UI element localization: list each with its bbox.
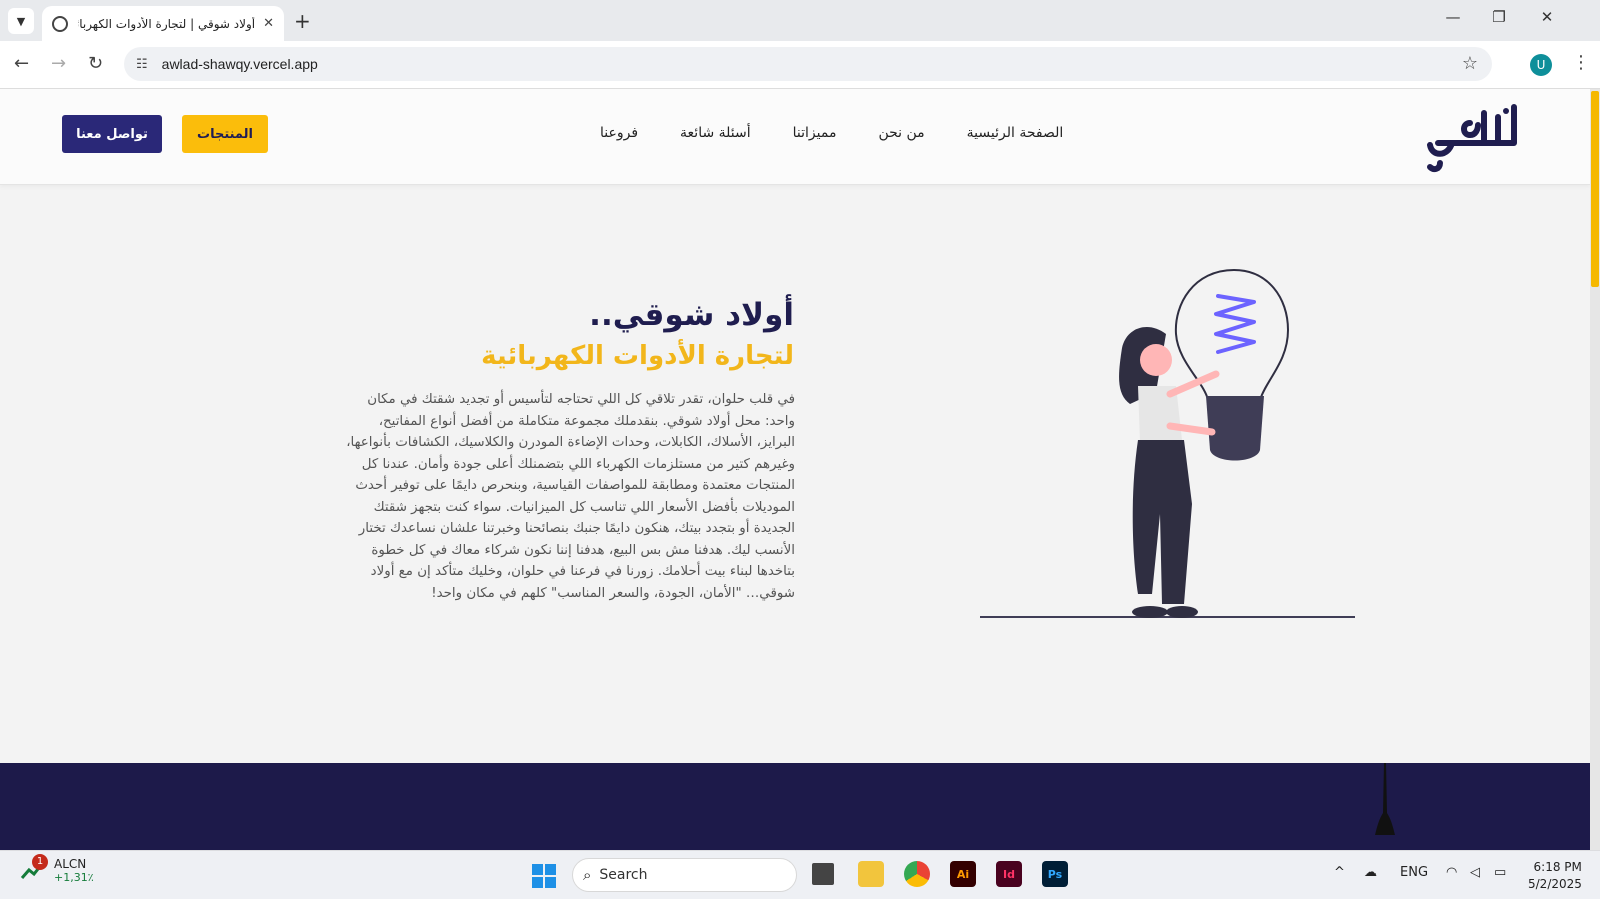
tab-search-button[interactable]: ▼ bbox=[8, 8, 34, 34]
chrome-icon[interactable] bbox=[904, 861, 930, 887]
clock-time: 6:18 PM bbox=[1533, 860, 1582, 874]
system-clock[interactable]: 6:18 PM 5/2/2025 bbox=[1528, 859, 1582, 893]
search-placeholder: Search bbox=[599, 867, 648, 883]
main-nav: الصفحة الرئيسية من نحن مميزاتنا أسئلة شا… bbox=[600, 125, 1063, 141]
tab-title: أولاد شوقي | لتجارة الأدوات الكهربائية bbox=[78, 16, 256, 31]
windows-taskbar: 1 ALCN +1,31٪ ⌕ Search Ai Id Ps ^ ☁ ENG … bbox=[0, 850, 1600, 899]
indesign-icon[interactable]: Id bbox=[996, 861, 1022, 887]
browser-tab-bar: ▼ أولاد شوقي | لتجارة الأدوات الكهربائية… bbox=[0, 0, 1600, 41]
notification-badge: 1 bbox=[32, 853, 48, 870]
cloud-offline-icon[interactable]: ☁ bbox=[1364, 865, 1377, 880]
language-indicator[interactable]: ENG bbox=[1400, 865, 1428, 880]
footer-band bbox=[0, 763, 1590, 850]
battery-icon[interactable]: ▭ bbox=[1494, 865, 1506, 880]
hero-paragraph: في قلب حلوان، تقدر تلاقي كل اللي تحتاجه … bbox=[346, 392, 795, 601]
chevron-up-icon[interactable]: ^ bbox=[1334, 865, 1345, 880]
taskbar-search[interactable]: ⌕ Search bbox=[572, 858, 797, 892]
nav-link-faq[interactable]: أسئلة شائعة bbox=[680, 125, 751, 141]
products-button[interactable]: المنتجات bbox=[182, 115, 268, 153]
web-page: تواصل معنا المنتجات الصفحة الرئيسية من ن… bbox=[0, 89, 1590, 850]
site-info-icon[interactable]: ☷ bbox=[136, 57, 148, 72]
close-tab-icon[interactable]: ✕ bbox=[263, 16, 274, 31]
page-scrollbar[interactable] bbox=[1590, 89, 1600, 850]
nav-link-branches[interactable]: فروعنا bbox=[600, 125, 638, 141]
search-icon: ⌕ bbox=[583, 866, 592, 884]
globe-icon bbox=[52, 15, 68, 32]
browser-tab-active[interactable]: أولاد شوقي | لتجارة الأدوات الكهربائية ✕ bbox=[42, 6, 284, 41]
hero-title: أولاد شوقي.. bbox=[589, 297, 794, 333]
volume-icon[interactable]: ◁ bbox=[1470, 865, 1480, 880]
browser-menu-icon[interactable]: ⋮ bbox=[1572, 52, 1590, 73]
woman-lightbulb-illustration bbox=[980, 268, 1355, 618]
stock-widget[interactable]: 1 ALCN +1,31٪ bbox=[20, 853, 94, 884]
site-header: تواصل معنا المنتجات الصفحة الرئيسية من ن… bbox=[0, 89, 1590, 185]
stock-change: +1,31٪ bbox=[54, 871, 94, 884]
stock-chart-icon: 1 bbox=[20, 853, 48, 884]
stock-name: ALCN bbox=[54, 857, 87, 871]
wifi-icon[interactable]: ◠ bbox=[1446, 865, 1457, 880]
minimize-button[interactable]: — bbox=[1430, 8, 1476, 26]
url-text[interactable]: awlad-shawqy.vercel.app bbox=[162, 56, 318, 72]
illustrator-icon[interactable]: Ai bbox=[950, 861, 976, 887]
scrollbar-thumb[interactable] bbox=[1591, 91, 1599, 287]
site-logo[interactable] bbox=[1418, 101, 1528, 177]
contact-us-button[interactable]: تواصل معنا bbox=[62, 115, 162, 153]
photoshop-icon[interactable]: Ps bbox=[1042, 861, 1068, 887]
bookmark-star-icon[interactable]: ☆ bbox=[1462, 53, 1478, 74]
hanging-lamp-icon bbox=[1375, 763, 1395, 835]
forward-arrow-icon[interactable]: → bbox=[51, 53, 66, 74]
clock-date: 5/2/2025 bbox=[1528, 877, 1582, 891]
file-explorer-icon[interactable] bbox=[858, 861, 884, 887]
restore-button[interactable]: ❐ bbox=[1476, 8, 1522, 26]
profile-avatar[interactable]: U bbox=[1530, 54, 1552, 76]
back-arrow-icon[interactable]: ← bbox=[14, 53, 29, 74]
browser-toolbar: ← → ↻ ☷ awlad-shawqy.vercel.app ☆ U ⋮ bbox=[0, 41, 1600, 89]
task-view-icon[interactable] bbox=[812, 863, 834, 885]
nav-link-about[interactable]: من نحن bbox=[878, 125, 924, 141]
reload-icon[interactable]: ↻ bbox=[88, 53, 103, 74]
close-window-button[interactable]: ✕ bbox=[1524, 8, 1570, 26]
new-tab-button[interactable]: + bbox=[294, 9, 311, 33]
start-button[interactable] bbox=[532, 864, 556, 888]
nav-link-home[interactable]: الصفحة الرئيسية bbox=[967, 125, 1064, 141]
hero-subtitle: لتجارة الأدوات الكهربائية bbox=[481, 341, 794, 371]
nav-link-features[interactable]: مميزاتنا bbox=[793, 125, 837, 141]
address-bar[interactable]: ☷ awlad-shawqy.vercel.app ☆ bbox=[124, 47, 1492, 81]
